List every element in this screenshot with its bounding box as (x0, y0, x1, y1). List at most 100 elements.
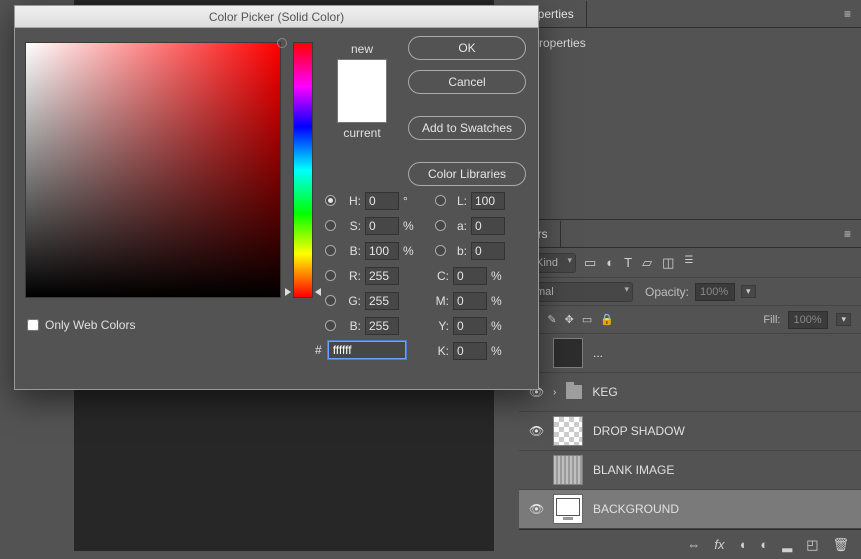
input-h[interactable] (365, 192, 399, 210)
web-colors-checkbox[interactable]: Only Web Colors (27, 318, 135, 332)
input-k[interactable] (453, 342, 487, 360)
saturation-brightness-field[interactable] (25, 42, 281, 298)
adjustment-icon[interactable]: ◐ (760, 537, 768, 552)
filter-toggle-icon[interactable]: ☰ (684, 255, 693, 271)
filter-type-icon[interactable]: T (624, 255, 632, 271)
filter-adjust-icon[interactable]: ◐ (606, 255, 614, 271)
fill-dropdown-icon[interactable]: ▾ (836, 313, 851, 326)
layer-row[interactable]: 👁 DROP SHADOW (519, 412, 861, 451)
layer-row[interactable]: BLANK IMAGE (519, 451, 861, 490)
unit-h: ° (403, 194, 417, 208)
visibility-eye-icon[interactable]: 👁 (529, 424, 543, 438)
sb-cursor (277, 38, 287, 48)
folder-icon (566, 385, 582, 399)
ok-button[interactable]: OK (408, 36, 526, 60)
radio-h[interactable] (325, 195, 336, 206)
cancel-button[interactable]: Cancel (408, 70, 526, 94)
layer-row[interactable]: 👁 BACKGROUND (519, 490, 861, 529)
trash-icon[interactable]: 🗑 (832, 537, 849, 553)
layer-row[interactable]: ... (519, 334, 861, 373)
input-b[interactable] (471, 242, 505, 260)
visibility-eye-icon[interactable]: 👁 (529, 502, 543, 516)
fx-icon[interactable]: fx (714, 537, 724, 552)
unit-m: % (491, 294, 505, 308)
input-r[interactable] (365, 267, 399, 285)
blend-mode-select[interactable]: mal (529, 282, 633, 302)
radio-l[interactable] (435, 195, 446, 206)
lock-brush-icon[interactable]: ✎ (547, 313, 556, 326)
layer-thumb[interactable] (553, 416, 583, 446)
mask-icon[interactable]: ◖ (738, 537, 746, 552)
input-m[interactable] (453, 292, 487, 310)
radio-r[interactable] (325, 270, 336, 281)
input-bv[interactable] (365, 242, 399, 260)
disclosure-arrow-icon[interactable]: › (553, 387, 556, 398)
label-h: H: (343, 194, 361, 208)
label-b: b: (453, 244, 467, 258)
label-bv: B: (343, 244, 361, 258)
unit-y: % (491, 319, 505, 333)
label-bc: B: (343, 319, 361, 333)
layer-name[interactable]: BACKGROUND (593, 502, 679, 516)
color-libraries-button[interactable]: Color Libraries (408, 162, 526, 186)
layer-name[interactable]: DROP SHADOW (593, 424, 685, 438)
layer-name[interactable]: ... (593, 346, 603, 360)
new-layer-icon[interactable]: ◰ (806, 537, 818, 553)
lock-position-icon[interactable]: ✥ (565, 313, 574, 326)
lock-all-icon[interactable]: 🔒 (600, 313, 614, 326)
opacity-dropdown-icon[interactable]: ▾ (741, 285, 756, 298)
panel-menu-icon[interactable]: ≡ (834, 7, 861, 21)
label-r: R: (343, 269, 361, 283)
filter-shape-icon[interactable]: ▱ (642, 255, 652, 271)
opacity-label: Opacity: (645, 285, 689, 299)
lock-artboard-icon[interactable]: ▭ (582, 313, 592, 326)
hex-prefix: # (315, 343, 322, 357)
properties-label: Properties (519, 28, 861, 58)
input-bc[interactable] (365, 317, 399, 335)
filter-image-icon[interactable]: ▭ (584, 255, 596, 271)
input-l[interactable] (471, 192, 505, 210)
radio-b[interactable] (435, 245, 446, 256)
radio-a[interactable] (435, 220, 446, 231)
radio-bc[interactable] (325, 320, 336, 331)
current-label: current (327, 126, 397, 140)
unit-k: % (491, 344, 505, 358)
radio-g[interactable] (325, 295, 336, 306)
layer-name[interactable]: KEG (592, 385, 617, 399)
layers-footer: ⇔ fx ◖ ◐ ▂ ◰ 🗑 (519, 529, 861, 559)
filter-smart-icon[interactable]: ◫ (662, 255, 674, 271)
layers-tabs: ers ≡ (519, 220, 861, 248)
fill-label: Fill: (763, 314, 780, 326)
link-layers-icon[interactable]: ⇔ (687, 537, 700, 552)
label-l: L: (453, 194, 467, 208)
right-panels: operties ≡ Properties ers ≡ Kind ▭ ◐ T ▱… (519, 0, 861, 551)
input-c[interactable] (453, 267, 487, 285)
hue-slider[interactable] (293, 42, 313, 298)
label-s: S: (343, 219, 361, 233)
input-a[interactable] (471, 217, 505, 235)
opacity-input[interactable] (695, 283, 735, 301)
group-icon[interactable]: ▂ (782, 537, 792, 553)
input-s[interactable] (365, 217, 399, 235)
label-c: C: (435, 269, 449, 283)
layer-thumb[interactable] (553, 494, 583, 524)
add-to-swatches-button[interactable]: Add to Swatches (408, 116, 526, 140)
layers-panel-menu-icon[interactable]: ≡ (834, 227, 861, 241)
input-y[interactable] (453, 317, 487, 335)
layers-panel: Kind ▭ ◐ T ▱ ◫ ☰ mal Opacity: ▾ (519, 248, 861, 559)
label-y: Y: (435, 319, 449, 333)
layer-name[interactable]: BLANK IMAGE (593, 463, 674, 477)
properties-panel: Properties (519, 28, 861, 220)
layer-thumb[interactable] (553, 338, 583, 368)
layer-thumb[interactable] (553, 455, 583, 485)
radio-s[interactable] (325, 220, 336, 231)
web-colors-label: Only Web Colors (45, 318, 135, 332)
web-colors-input[interactable] (27, 319, 39, 331)
input-g[interactable] (365, 292, 399, 310)
radio-bv[interactable] (325, 245, 336, 256)
layer-row[interactable]: 👁›KEG (519, 373, 861, 412)
hex-input[interactable] (328, 341, 406, 359)
dialog-titlebar[interactable]: Color Picker (Solid Color) (15, 6, 538, 28)
label-k: K: (435, 344, 449, 358)
fill-input[interactable] (788, 311, 828, 329)
